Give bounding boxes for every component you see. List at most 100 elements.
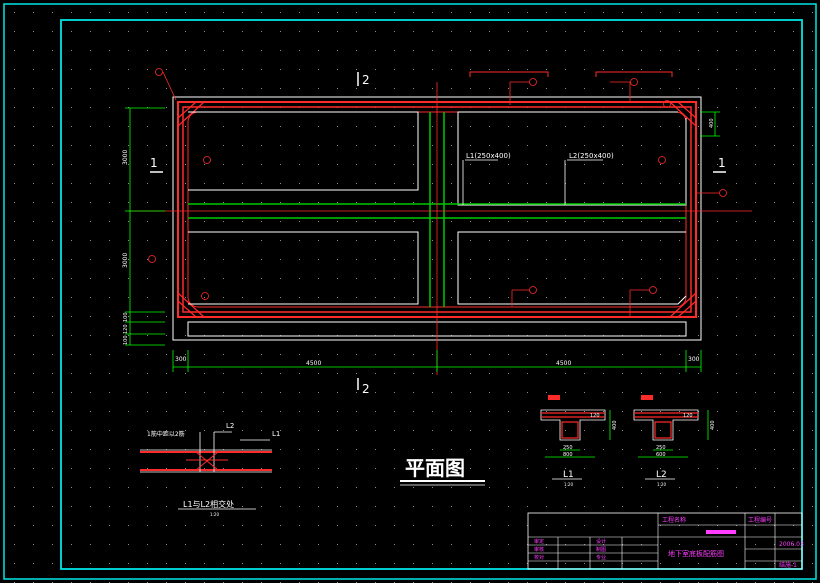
grid-dot	[14, 544, 15, 545]
grid-dot	[337, 506, 338, 507]
grid-dot	[508, 487, 509, 488]
grid-dot	[755, 297, 756, 298]
grid-dot	[622, 354, 623, 355]
grid-dot	[261, 392, 262, 393]
grid-dot	[14, 202, 15, 203]
grid-dot	[280, 259, 281, 260]
grid-dot	[394, 221, 395, 222]
grid-dot	[33, 449, 34, 450]
grid-dot	[527, 449, 528, 450]
grid-dot	[223, 69, 224, 70]
grid-dot	[318, 468, 319, 469]
grid-dot	[128, 487, 129, 488]
grid-dot	[109, 449, 110, 450]
grid-dot	[223, 563, 224, 564]
grid-dot	[223, 145, 224, 146]
grid-dot	[33, 31, 34, 32]
grid-dot	[717, 335, 718, 336]
grid-dot	[14, 126, 15, 127]
grid-dot	[14, 240, 15, 241]
grid-dot	[413, 221, 414, 222]
grid-dot	[470, 126, 471, 127]
grid-dot	[470, 88, 471, 89]
grid-dot	[698, 278, 699, 279]
grid-dot	[793, 354, 794, 355]
svg-text:2: 2	[362, 73, 370, 87]
grid-dot	[223, 278, 224, 279]
grid-dot	[147, 525, 148, 526]
grid-dot	[242, 50, 243, 51]
title-block: 工程名称 工程编号 地下室底板配筋图 2006.03 结施-1 审定 审核 校对…	[527, 512, 804, 570]
grid-dot	[546, 487, 547, 488]
grid-dot	[546, 183, 547, 184]
grid-dot	[147, 487, 148, 488]
title-project-no: 工程编号	[748, 516, 772, 524]
grid-dot	[432, 392, 433, 393]
grid-dot	[33, 468, 34, 469]
grid-dot	[527, 164, 528, 165]
grid-dot	[812, 88, 813, 89]
grid-dot	[147, 69, 148, 70]
title-row-mid-2: 制图	[596, 546, 606, 553]
grid-dot	[812, 487, 813, 488]
grid-dot	[717, 297, 718, 298]
grid-dot	[717, 506, 718, 507]
grid-dot	[185, 544, 186, 545]
grid-dot	[470, 468, 471, 469]
grid-dot	[337, 449, 338, 450]
grid-dot	[641, 202, 642, 203]
grid-dot	[261, 411, 262, 412]
grid-dot	[261, 50, 262, 51]
grid-dot	[52, 468, 53, 469]
grid-dot	[337, 221, 338, 222]
grid-dot	[489, 145, 490, 146]
grid-dot	[52, 487, 53, 488]
grid-dot	[128, 411, 129, 412]
grid-dot	[394, 50, 395, 51]
grid-dot	[736, 468, 737, 469]
grid-dot	[660, 259, 661, 260]
grid-dot	[413, 183, 414, 184]
grid-dot	[318, 31, 319, 32]
grid-dot	[451, 392, 452, 393]
grid-dot	[204, 278, 205, 279]
grid-dot	[90, 373, 91, 374]
grid-dot	[679, 487, 680, 488]
grid-dot	[812, 31, 813, 32]
section-detail-l2: 120 250 600 400 L2 1:20	[633, 395, 716, 487]
grid-dot	[527, 88, 528, 89]
grid-dot	[793, 392, 794, 393]
grid-dot	[451, 88, 452, 89]
grid-dot	[489, 563, 490, 564]
grid-dot	[470, 487, 471, 488]
grid-dot	[337, 544, 338, 545]
grid-dot	[185, 145, 186, 146]
grid-dot	[622, 202, 623, 203]
grid-dot	[812, 544, 813, 545]
grid-dot	[717, 240, 718, 241]
grid-dot	[527, 259, 528, 260]
title-row-left-2: 审核	[534, 546, 544, 553]
grid-dot	[660, 221, 661, 222]
grid-dot	[565, 430, 566, 431]
grid-dot	[185, 221, 186, 222]
grid-dot	[280, 544, 281, 545]
grid-dot	[489, 468, 490, 469]
grid-dot	[679, 354, 680, 355]
grid-dot	[584, 297, 585, 298]
grid-dot	[318, 487, 319, 488]
grid-dot	[185, 373, 186, 374]
grid-dot	[736, 354, 737, 355]
grid-dot	[280, 50, 281, 51]
grid-dot	[622, 506, 623, 507]
grid-dot	[451, 12, 452, 13]
grid-dot	[356, 487, 357, 488]
grid-dot	[603, 240, 604, 241]
grid-dot	[394, 183, 395, 184]
grid-dot	[71, 411, 72, 412]
grid-dot	[14, 164, 15, 165]
grid-dot	[717, 354, 718, 355]
grid-dot	[660, 468, 661, 469]
section-l2-slab-dim: 120	[683, 413, 693, 419]
grid-dot	[14, 316, 15, 317]
